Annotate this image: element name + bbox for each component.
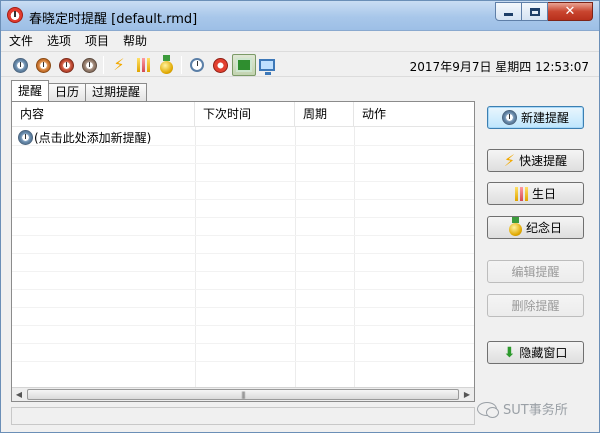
alarm-clock-app-icon[interactable] (7, 7, 23, 23)
watermark: SUT事务所 (477, 399, 568, 418)
tb-clock-gray-button[interactable] (79, 55, 99, 75)
new-reminder-label: 新建提醒 (520, 111, 569, 125)
reminder-list[interactable]: 内容 下次时间 周期 动作 (点击此处添加新提醒) ◀ ||| ▶ (11, 101, 475, 402)
scroll-right-icon[interactable]: ▶ (460, 388, 474, 401)
add-reminder-text: (点击此处添加新提醒) (34, 131, 152, 145)
down-arrow-icon: ⬇ (503, 344, 516, 361)
candles-icon (514, 186, 528, 201)
new-reminder-button[interactable]: 新建提醒 (487, 106, 584, 129)
clock-icon (501, 110, 517, 125)
app-window: 春晓定时提醒 [default.rmd] ✕ 文件 选项 项目 帮助 ⚡ 201… (0, 0, 600, 433)
menu-bar: 文件 选项 项目 帮助 (1, 31, 599, 50)
delete-reminder-label: 删除提醒 (511, 299, 560, 313)
tb-clock-orange-button[interactable] (33, 55, 53, 75)
green-window-icon (236, 58, 252, 72)
clock-orange-icon (35, 57, 51, 73)
menu-project[interactable]: 项目 (85, 32, 109, 49)
quick-reminder-button[interactable]: ⚡ 快速提醒 (487, 149, 584, 172)
quick-reminder-label: 快速提醒 (519, 154, 568, 168)
edit-reminder-label: 编辑提醒 (511, 265, 560, 279)
tab-calendar[interactable]: 日历 (48, 83, 87, 101)
scrollbar-thumb[interactable]: ||| (27, 389, 459, 400)
birthday-label: 生日 (531, 187, 556, 201)
toolbar-separator (103, 56, 104, 74)
column-action[interactable]: 动作 (354, 102, 474, 127)
medal-icon (508, 217, 522, 236)
clock-red-icon (58, 57, 74, 73)
tb-quick-reminder-button[interactable]: ⚡ (109, 55, 129, 75)
edit-reminder-button[interactable]: 编辑提醒 (487, 260, 584, 283)
anniversary-button[interactable]: 纪念日 (487, 216, 584, 239)
menu-options[interactable]: 选项 (47, 32, 71, 49)
tb-stopwatch-button[interactable] (187, 55, 207, 75)
menu-help[interactable]: 帮助 (123, 32, 147, 49)
clock-add-icon (18, 130, 33, 145)
alarm-clock-icon (212, 57, 228, 73)
clock-blue-icon (12, 57, 28, 73)
tb-monitor-button[interactable] (257, 55, 277, 75)
tab-expired[interactable]: 过期提醒 (85, 83, 148, 101)
maximize-icon (529, 7, 540, 16)
title-bar[interactable]: 春晓定时提醒 [default.rmd] ✕ (1, 1, 599, 31)
toolbar-separator (181, 56, 182, 74)
menu-file[interactable]: 文件 (9, 32, 33, 49)
clock-gray-icon (81, 57, 97, 73)
column-period[interactable]: 周期 (295, 102, 354, 127)
list-grid (12, 127, 474, 389)
column-next-time[interactable]: 下次时间 (195, 102, 295, 127)
hide-window-button[interactable]: ⬇ 隐藏窗口 (487, 341, 584, 364)
tb-window-button[interactable] (232, 54, 256, 76)
minimize-button[interactable] (495, 2, 522, 21)
hide-window-label: 隐藏窗口 (519, 346, 568, 360)
tb-alarm-button[interactable] (210, 55, 230, 75)
tb-clock-red-button[interactable] (56, 55, 76, 75)
lightning-icon: ⚡ (113, 55, 125, 74)
birthday-button[interactable]: 生日 (487, 182, 584, 205)
monitor-icon (259, 59, 275, 75)
toolbar: ⚡ 2017年9月7日 星期四 12:53:07 (1, 51, 599, 77)
medal-icon (159, 55, 173, 74)
delete-reminder-button[interactable]: 删除提醒 (487, 294, 584, 317)
status-bar (11, 407, 475, 425)
lightning-icon: ⚡ (503, 150, 516, 170)
tb-anniversary-button[interactable] (156, 55, 176, 75)
watermark-text: SUT事务所 (503, 403, 568, 418)
candles-icon (136, 58, 150, 72)
maximize-button[interactable] (522, 2, 548, 21)
anniversary-label: 纪念日 (525, 221, 562, 235)
stopwatch-icon (190, 58, 204, 72)
horizontal-scrollbar[interactable]: ◀ ||| ▶ (12, 387, 474, 401)
tb-clock-blue-button[interactable] (10, 55, 30, 75)
scroll-left-icon[interactable]: ◀ (12, 388, 26, 401)
list-item[interactable]: (点击此处添加新提醒) (18, 129, 151, 146)
window-title: 春晓定时提醒 [default.rmd] (29, 12, 198, 27)
datetime-display: 2017年9月7日 星期四 12:53:07 (409, 60, 589, 74)
close-icon: ✕ (564, 4, 576, 19)
tab-strip: 提醒 日历 过期提醒 (11, 80, 148, 101)
wechat-icon (477, 401, 499, 418)
column-content[interactable]: 内容 (12, 102, 195, 127)
close-button[interactable]: ✕ (548, 2, 593, 21)
tab-reminders[interactable]: 提醒 (11, 80, 50, 101)
tb-birthday-button[interactable] (133, 55, 153, 75)
list-header: 内容 下次时间 周期 动作 (12, 102, 474, 127)
minimize-icon (504, 13, 513, 16)
